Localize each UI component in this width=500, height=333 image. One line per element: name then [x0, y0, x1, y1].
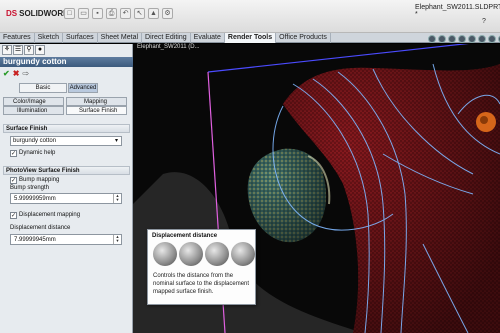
- help-button[interactable]: ?: [482, 18, 494, 28]
- bump-strength-label: Bump strength: [10, 185, 50, 191]
- hide-show-icon[interactable]: [488, 35, 496, 43]
- bump-strength-value: 5.99999959mm: [14, 196, 56, 202]
- subtab-mapping[interactable]: Mapping: [66, 97, 127, 106]
- bump-mapping-checkbox[interactable]: ✓: [10, 177, 17, 184]
- subtab-illumination[interactable]: Illumination: [3, 106, 64, 115]
- options-icon[interactable]: ⚙: [162, 8, 173, 19]
- title-bar: DS SOLIDWORKS □ ▭ ▪ ⎙ ↶ ↖ ▲ ⚙ Elephant_SW…: [0, 0, 500, 33]
- surface-finish-section[interactable]: Surface Finish: [3, 124, 130, 133]
- new-file-icon[interactable]: □: [64, 8, 75, 19]
- panel-title: burgundy cotton: [0, 57, 133, 67]
- dropdown-value: burgundy cotton: [13, 138, 57, 144]
- section-view-icon[interactable]: [458, 35, 466, 43]
- panel-actions: ✔ ✖ ⇨: [3, 69, 29, 78]
- surface-finish-dropdown[interactable]: burgundy cotton ▾: [10, 136, 122, 146]
- displacement-distance-field[interactable]: 7.99999945mm ▲ ▼: [10, 234, 122, 245]
- undo-icon[interactable]: ↶: [120, 8, 131, 19]
- subtab-color-image[interactable]: Color/Image: [3, 97, 64, 106]
- tab-evaluate[interactable]: Evaluate: [191, 33, 225, 43]
- preview-sphere-icon: [231, 242, 255, 266]
- appearance-icon[interactable]: ●: [35, 45, 45, 55]
- basic-button[interactable]: Basic: [19, 83, 67, 93]
- advanced-button[interactable]: Advanced: [68, 83, 98, 93]
- display-style-icon[interactable]: [478, 35, 486, 43]
- heads-up-view-toolbar: [428, 35, 500, 43]
- bump-strength-field[interactable]: 5.99999959mm ▲ ▼: [10, 193, 122, 204]
- preview-sphere-icon: [153, 242, 177, 266]
- tab-direct-editing[interactable]: Direct Editing: [142, 33, 191, 43]
- displacement-distance-label: Displacement distance: [10, 225, 71, 231]
- tab-features[interactable]: Features: [0, 33, 35, 43]
- displacement-mapping-label: Displacement mapping: [19, 212, 81, 218]
- dynamic-help-label: Dynamic help: [19, 150, 56, 156]
- displacement-tooltip: Displacement distance Controls the dista…: [147, 229, 256, 305]
- displacement-mapping-checkbox[interactable]: ✓: [10, 212, 17, 219]
- bump-mapping-label: Bump mapping: [19, 177, 60, 183]
- tab-render-tools[interactable]: Render Tools: [224, 33, 277, 43]
- spinner-icon[interactable]: ▲ ▼: [113, 194, 121, 203]
- spinner-icon[interactable]: ▲ ▼: [113, 235, 121, 244]
- select-icon[interactable]: ↖: [134, 8, 145, 19]
- window-title: Elephant_SW2011.SLDPRT *: [415, 4, 500, 18]
- tab-surfaces[interactable]: Surfaces: [63, 33, 98, 43]
- rebuild-icon[interactable]: ▲: [148, 8, 159, 19]
- feature-tree-icon[interactable]: ⚘: [2, 45, 12, 55]
- zoom-area-icon[interactable]: [438, 35, 446, 43]
- panel-icon-row: ⚘ ☰ ⚲ ●: [2, 45, 45, 56]
- preview-sphere-icon: [179, 242, 203, 266]
- open-file-icon[interactable]: ▭: [78, 8, 89, 19]
- quick-access-toolbar: □ ▭ ▪ ⎙ ↶ ↖ ▲ ⚙: [64, 8, 173, 20]
- preview-sphere-icon: [205, 242, 229, 266]
- feature-tree-flyout[interactable]: Elephant_SW2011 (D...: [137, 44, 200, 50]
- ds-logo-icon: DS: [6, 9, 18, 18]
- previous-view-icon[interactable]: [448, 35, 456, 43]
- solidworks-logo[interactable]: DS SOLIDWORKS: [6, 7, 74, 21]
- displacement-distance-value: 7.99999945mm: [14, 237, 56, 243]
- print-icon[interactable]: ⎙: [106, 8, 117, 19]
- tooltip-text: Controls the distance from the nominal s…: [153, 273, 250, 295]
- config-manager-icon[interactable]: ⚲: [24, 45, 34, 55]
- subtab-surface-finish[interactable]: Surface Finish: [66, 106, 127, 115]
- chevron-down-icon: ▾: [114, 138, 118, 144]
- property-manager-panel: ⚘ ☰ ⚲ ● burgundy cotton ✔ ✖ ⇨ Basic Adva…: [0, 44, 133, 333]
- save-icon[interactable]: ▪: [92, 8, 103, 19]
- tooltip-title: Displacement distance: [152, 233, 218, 239]
- detach-button[interactable]: ⇨: [22, 69, 29, 78]
- view-orientation-icon[interactable]: [468, 35, 476, 43]
- property-manager-icon[interactable]: ☰: [13, 45, 23, 55]
- zoom-fit-icon[interactable]: [428, 35, 436, 43]
- command-manager-tabs: Features Sketch Surfaces Sheet Metal Dir…: [0, 33, 500, 43]
- tab-sheet-metal[interactable]: Sheet Metal: [98, 33, 143, 43]
- cancel-button[interactable]: ✖: [13, 69, 20, 78]
- tab-office-products[interactable]: Office Products: [276, 33, 331, 43]
- tab-sketch[interactable]: Sketch: [35, 33, 64, 43]
- dynamic-help-checkbox[interactable]: ✓: [10, 150, 17, 157]
- photoview-section[interactable]: PhotoView Surface Finish: [3, 166, 130, 175]
- ok-button[interactable]: ✔: [3, 69, 10, 78]
